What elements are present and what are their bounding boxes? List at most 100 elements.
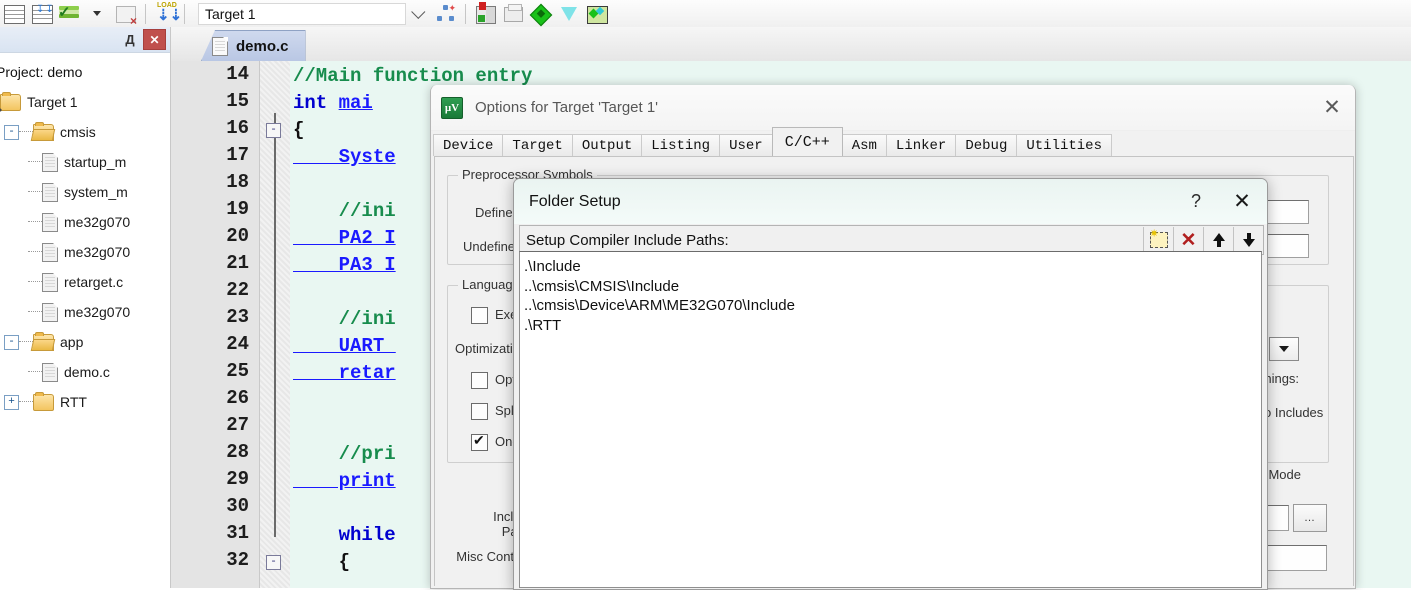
tree-collapse-icon[interactable]: - [4,334,19,350]
tab-device[interactable]: Device [433,134,504,156]
folder-setup-close-icon[interactable]: ✕ [1217,180,1267,224]
folder-setup-title: Folder Setup [529,192,621,210]
tree-item-me32g070[interactable]: me32g070 [0,237,169,267]
fold-toggle[interactable]: - [266,555,281,570]
line-number: 21 [226,252,249,274]
tree-item-rtt[interactable]: + RTT [0,387,169,417]
code-token: { [293,551,351,573]
tab-listing[interactable]: Listing [641,134,721,156]
include-paths-browse-button[interactable]: … [1293,504,1327,532]
configuration-wizard-icon[interactable] [556,2,582,26]
file-icon [42,302,58,322]
include-paths-list[interactable]: .\Include ..\cmsis\CMSIS\Include ..\cmsis\… [519,251,1262,588]
split-load-store-checkbox[interactable] [471,403,488,420]
tree-collapse-icon[interactable]: - [4,124,19,140]
line-number: 16 [226,117,249,139]
line-number: 22 [226,279,249,301]
close-panel-icon[interactable]: ✕ [143,29,166,50]
project-panel: Д ✕ Project: demo Target 1 -cmsisstartup_… [0,27,171,588]
code-token: UART_ [293,335,396,357]
tab-debug[interactable]: Debug [955,134,1018,156]
project-tree[interactable]: Project: demo Target 1 -cmsisstartup_msys… [0,53,169,587]
one-elf-section-checkbox[interactable] [471,432,488,451]
line-number: 27 [226,414,249,436]
include-path-item[interactable]: .\RTT [524,316,1261,336]
environment-icon[interactable] [584,2,610,26]
options-dialog-close-icon[interactable]: ✕ [1309,86,1355,130]
line-number: 24 [226,333,249,355]
tree-connector [19,341,33,343]
line-number: 14 [226,63,249,85]
move-up-icon[interactable] [1203,227,1233,253]
tree-item-label: RTT [60,394,87,410]
fold-toggle[interactable]: - [266,123,281,138]
build-dropdown-caret-icon[interactable] [85,2,111,26]
multiproject-icon[interactable] [500,2,526,26]
options-dialog-titlebar[interactable]: µV Options for Target 'Target 1' ✕ [431,85,1355,131]
toolbar-separator-2 [184,3,185,24]
define-label: Define: [475,205,517,220]
file-icon [42,182,58,202]
project-root-label[interactable]: Project: demo [0,57,169,87]
include-path-item[interactable]: ..\cmsis\Device\ARM\ME32G070\Include [524,296,1261,316]
tree-item-label: me32g070 [64,244,131,260]
download-flash-icon[interactable]: LOAD ⇣⇣ [152,2,182,26]
tab-user[interactable]: User [719,134,773,156]
tree-item-startup-m[interactable]: startup_m [0,147,169,177]
tab-label: User [729,137,763,154]
code-token: int [293,92,339,114]
move-down-icon[interactable] [1233,227,1263,253]
tree-expand-icon[interactable]: + [4,394,19,410]
fold-column[interactable] [260,61,290,588]
clear-grid-icon[interactable] [113,2,139,28]
tab-utilities[interactable]: Utilities [1016,134,1112,156]
folder-setup-titlebar[interactable]: Folder Setup ? ✕ [514,179,1267,224]
tree-item-label: demo.c [64,364,110,380]
target-options-magic-icon[interactable]: ✦ [433,2,459,26]
new-grid-icon[interactable] [1,2,27,26]
tree-item-app[interactable]: - app [0,327,169,357]
file-icon [42,362,58,382]
code-token: //Main function entry [293,65,533,87]
code-token: //ini [293,200,396,222]
main-toolbar: ↧↧ ✓ LOAD⇣⇣ Target 1 ✦ [0,0,1411,28]
tab-label: Utilities [1026,137,1102,154]
code-token: PA2_I [293,227,396,249]
tab-asm[interactable]: Asm [841,134,887,156]
tree-item-retarget-c[interactable]: retarget.c [0,267,169,297]
tab-output[interactable]: Output [571,134,643,156]
tree-item-me32g070[interactable]: me32g070 [0,297,169,327]
include-path-item[interactable]: .\Include [524,257,1261,277]
tab-target[interactable]: Target [502,134,573,156]
tree-item-demo-c[interactable]: demo.c [0,357,169,387]
build-layers-icon[interactable]: ✓ [57,2,83,26]
toolbar-separator-3 [465,3,466,24]
tab-c-c-[interactable]: C/C++ [771,127,843,156]
insert-rows-icon[interactable]: ↧↧ [29,2,55,26]
tab-demo-c[interactable]: demo.c [201,30,306,61]
pin-icon[interactable]: Д [120,30,140,49]
tab-label: Linker [895,137,947,154]
tree-item-cmsis[interactable]: - cmsis [0,117,169,147]
tab-demo-c-label: demo.c [236,37,289,55]
manage-components-icon[interactable] [472,1,498,26]
optimize-for-time-checkbox[interactable] [471,372,488,389]
tree-item-label: Target 1 [27,94,78,110]
tab-label: Asm [851,137,877,154]
tab-linker[interactable]: Linker [885,134,957,156]
target-selector[interactable]: Target 1 [198,2,406,25]
file-icon [42,212,58,232]
undefine-label: Undefine: [463,239,519,254]
pack-installer-icon[interactable] [528,2,554,26]
delete-icon[interactable]: ✕ [1173,227,1203,253]
new-folder-icon[interactable] [1143,227,1173,253]
tree-item-target-1[interactable]: Target 1 [0,87,169,117]
target-selector-chevron-down-icon[interactable] [406,2,432,26]
tree-item-me32g070[interactable]: me32g070 [0,207,169,237]
include-path-item[interactable]: ..\cmsis\CMSIS\Include [524,277,1261,297]
execute-only-checkbox[interactable] [471,307,488,324]
optimization-level-combo[interactable] [1269,337,1299,361]
line-number: 25 [226,360,249,382]
help-icon[interactable]: ? [1175,180,1217,224]
tree-item-system-m[interactable]: system_m [0,177,169,207]
